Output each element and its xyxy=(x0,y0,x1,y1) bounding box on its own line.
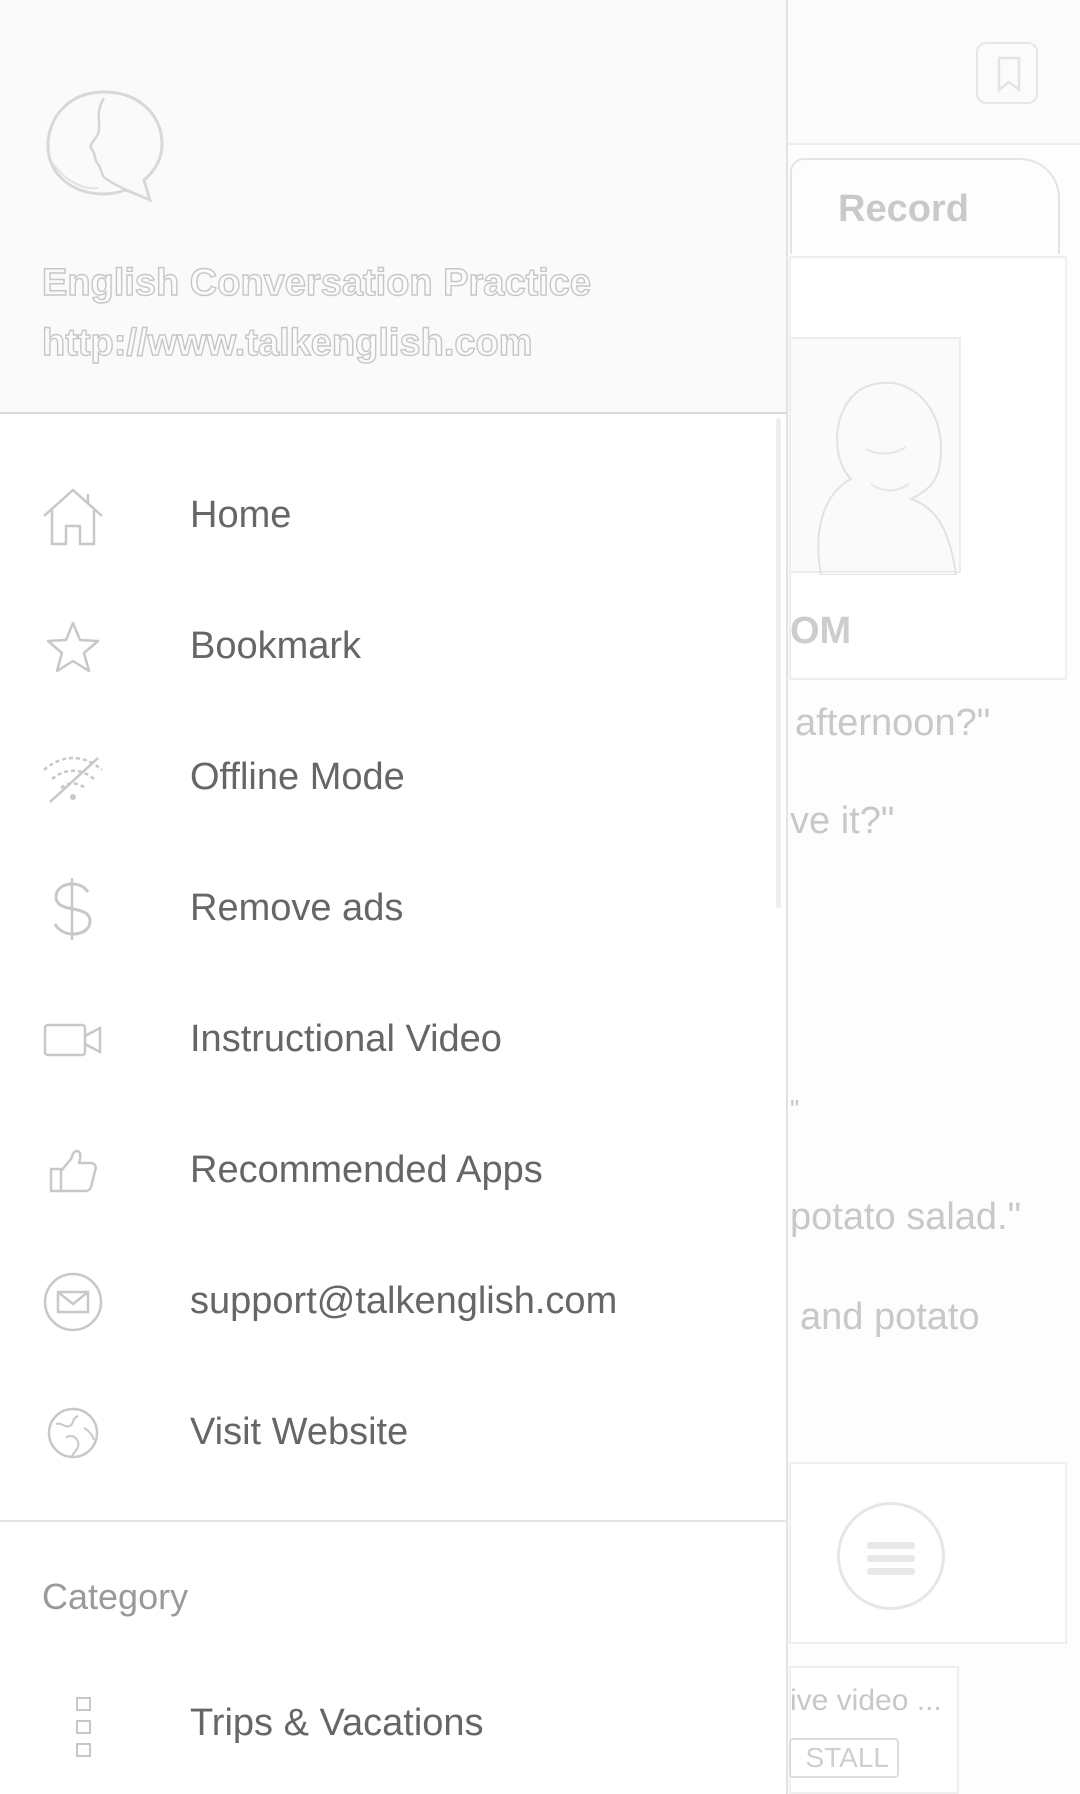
menu-item-recommended-apps[interactable]: Recommended Apps xyxy=(0,1105,786,1236)
category-item-label: Trips & Vacations xyxy=(190,1702,484,1744)
menu-item-offline-mode[interactable]: Offline Mode xyxy=(0,712,786,843)
menu-item-instructional-video[interactable]: Instructional Video xyxy=(0,974,786,1105)
app-title: English Conversation Practice xyxy=(41,261,592,304)
menu-item-support-email[interactable]: support@talkenglish.com xyxy=(0,1236,786,1367)
video-camera-icon xyxy=(40,1007,106,1073)
menu-item-label: Recommended Apps xyxy=(190,1149,543,1191)
hamburger-menu-icon[interactable] xyxy=(837,1502,945,1610)
ad-install-button[interactable]: STALL xyxy=(789,1738,899,1778)
presenter-photo xyxy=(789,337,961,575)
list-icon xyxy=(74,1694,94,1765)
menu-item-label: Instructional Video xyxy=(190,1018,502,1060)
navigation-drawer: English Conversation Practice http://www… xyxy=(0,0,788,1794)
menu-item-label: Offline Mode xyxy=(190,756,405,798)
category-heading: Category xyxy=(42,1576,189,1617)
drawer-menu: Home Bookmark Offline Mode Remove ads In… xyxy=(0,450,786,1498)
menu-item-label: Bookmark xyxy=(190,625,362,667)
tab-record[interactable]: Record xyxy=(790,158,1060,254)
menu-item-visit-website[interactable]: Visit Website xyxy=(0,1367,786,1498)
drawer-header: English Conversation Practice http://www… xyxy=(0,0,786,414)
dialog-line: and potato xyxy=(800,1296,980,1338)
presenter-name: OM xyxy=(790,610,852,652)
thumbs-up-icon xyxy=(40,1138,106,1204)
app-url: http://www.talkenglish.com xyxy=(41,321,533,364)
menu-item-label: Home xyxy=(190,494,292,536)
menu-item-bookmark[interactable]: Bookmark xyxy=(0,581,786,712)
tab-record-label: Record xyxy=(838,188,969,230)
dialog-line: " xyxy=(790,1094,800,1124)
ad-text: ive video ... xyxy=(790,1684,942,1717)
wifi-off-icon xyxy=(40,745,106,811)
email-icon xyxy=(40,1269,106,1335)
app-logo-icon xyxy=(42,84,167,209)
drawer-divider xyxy=(0,1520,786,1522)
menu-item-label: Visit Website xyxy=(190,1411,409,1453)
dialog-line: ve it?" xyxy=(790,800,895,842)
menu-item-home[interactable]: Home xyxy=(0,450,786,581)
home-icon xyxy=(40,483,106,549)
dollar-icon xyxy=(40,876,106,942)
menu-item-remove-ads[interactable]: Remove ads xyxy=(0,843,786,974)
dialog-line: afternoon?" xyxy=(795,702,991,744)
menu-item-label: Remove ads xyxy=(190,887,404,929)
category-item-trips-vacations[interactable]: Trips & Vacations xyxy=(0,1660,786,1790)
dialog-line: potato salad." xyxy=(790,1196,1022,1238)
star-icon xyxy=(40,614,106,680)
bookmark-icon[interactable] xyxy=(976,42,1038,104)
menu-item-label: support@talkenglish.com xyxy=(190,1280,618,1322)
globe-icon xyxy=(40,1400,106,1466)
